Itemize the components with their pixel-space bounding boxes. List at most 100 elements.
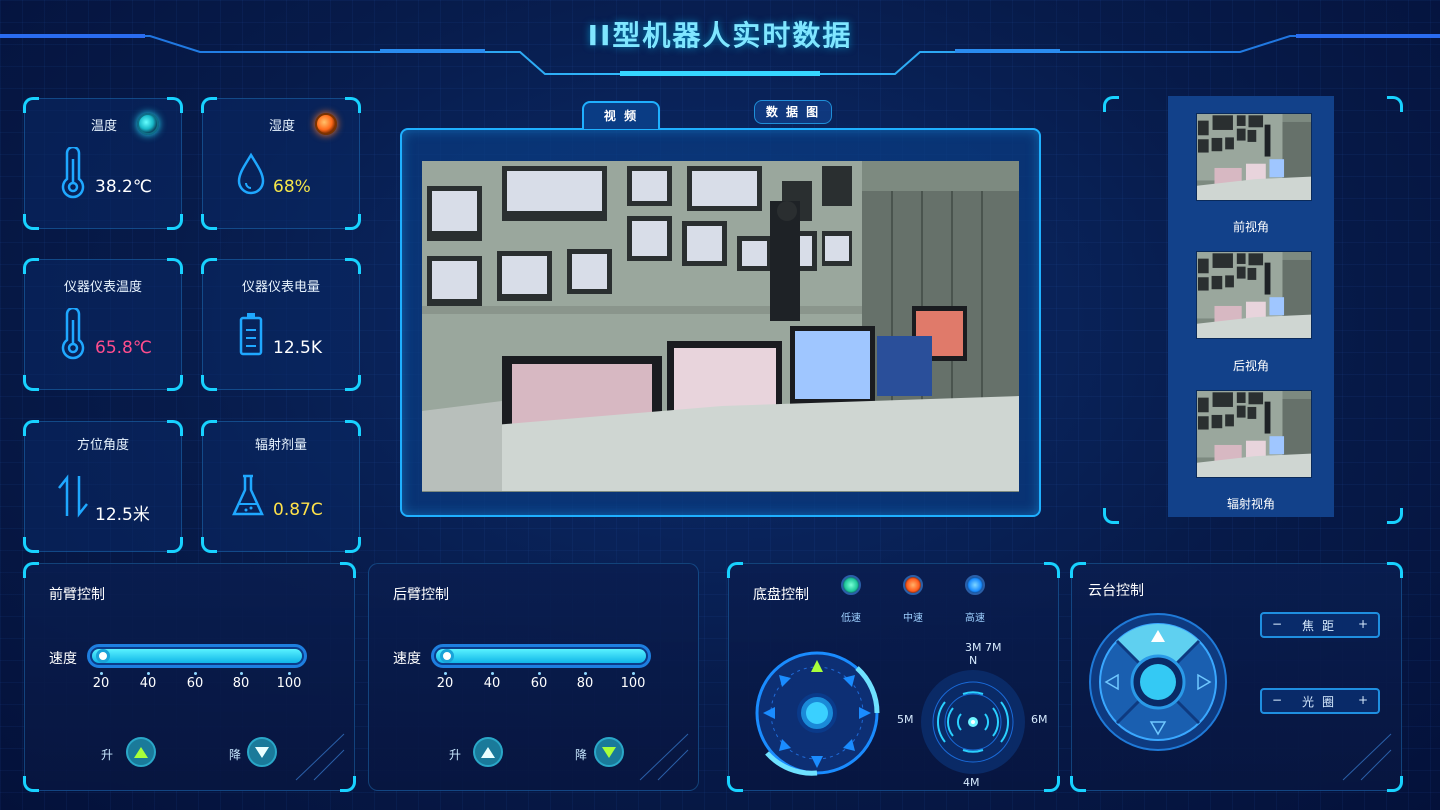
arrow-down-icon xyxy=(602,746,616,758)
slider-handle[interactable] xyxy=(440,649,454,663)
arrow-down-icon xyxy=(255,746,269,758)
page-title: II型机器人实时数据 xyxy=(587,19,853,52)
video-feed[interactable] xyxy=(422,161,1019,492)
card-label: 辐射剂量 xyxy=(254,438,307,453)
flask-icon xyxy=(232,474,264,516)
rear-arm-down-button[interactable] xyxy=(594,737,624,767)
radar-left-label: 5M xyxy=(897,713,914,726)
tick-label: 20 xyxy=(427,672,463,691)
speed-low-label: 低速 xyxy=(841,613,861,624)
up-down-arrows-icon xyxy=(58,474,88,518)
sensor-card-azimuth: 方位角度 12.5米 xyxy=(23,420,183,553)
chassis-joystick[interactable] xyxy=(747,648,887,778)
speed-label: 速度 xyxy=(49,651,77,667)
tick-label: 60 xyxy=(177,672,213,691)
tick-label: 40 xyxy=(130,672,166,691)
speed-high-button[interactable] xyxy=(965,575,985,595)
sensor-card-radiation: 辐射剂量 0.87C xyxy=(201,420,361,553)
panel-title: 云台控制 xyxy=(1088,583,1144,599)
control-room-image xyxy=(422,161,1019,492)
aperture-plus-button[interactable]: + xyxy=(1358,693,1368,707)
card-value: 12.5米 xyxy=(95,505,150,525)
tab-data-chart[interactable]: 数 据 图 xyxy=(754,100,832,124)
slider-fill xyxy=(92,649,302,663)
tick-label: 40 xyxy=(474,672,510,691)
water-drop-icon xyxy=(237,152,265,195)
tick-label: 20 xyxy=(83,672,119,691)
camera-thumb-radiation[interactable] xyxy=(1196,390,1312,478)
slider-fill xyxy=(436,649,646,663)
speed-label: 速度 xyxy=(393,651,421,667)
front-arm-down-button[interactable] xyxy=(247,737,277,767)
sensor-card-humidity: 湿度 68% xyxy=(201,97,361,230)
chassis-panel: 底盘控制 低速 中速 高速 3M 7M N 5M 6M 4M xyxy=(727,562,1060,792)
card-value: 0.87C xyxy=(273,500,323,520)
radar-bottom-label: 4M xyxy=(963,776,980,789)
rear-arm-panel: 后臂控制 速度 20 40 60 80 100 升 降 xyxy=(368,563,699,791)
tick-label: 100 xyxy=(271,672,307,691)
down-label: 降 xyxy=(229,748,242,762)
arrow-up-icon xyxy=(481,746,495,758)
panel-title: 底盘控制 xyxy=(753,587,809,603)
gimbal-joystick[interactable] xyxy=(1088,612,1228,752)
card-label: 湿度 xyxy=(269,119,296,134)
control-room-thumb xyxy=(1197,391,1311,477)
rear-arm-speed-slider[interactable] xyxy=(431,644,651,668)
speed-mid-button[interactable] xyxy=(903,575,923,595)
up-label: 升 xyxy=(101,748,114,762)
camera-label-radiation: 辐射视角 xyxy=(1226,497,1275,511)
control-room-thumb xyxy=(1197,114,1311,200)
tick-label: 80 xyxy=(223,672,259,691)
tab-video[interactable]: 视 频 xyxy=(582,101,660,129)
camera-strip: 前视角 后视角 辐射视角 xyxy=(1168,96,1334,517)
corner-decoration xyxy=(639,733,689,781)
header: II型机器人实时数据 xyxy=(0,0,1440,80)
front-arm-panel: 前臂控制 速度 20 40 60 80 100 升 降 xyxy=(23,562,356,792)
card-label: 仪器仪表温度 xyxy=(63,280,142,295)
speed-high-label: 高速 xyxy=(965,613,985,624)
card-value: 68% xyxy=(273,177,311,197)
card-label: 仪器仪表电量 xyxy=(241,280,320,295)
focus-plus-button[interactable]: + xyxy=(1358,617,1368,631)
aperture-control: − 光圈 + xyxy=(1260,688,1380,714)
sensor-card-instrument-temperature: 仪器仪表温度 65.8℃ xyxy=(23,258,183,391)
slider-handle[interactable] xyxy=(96,649,110,663)
battery-icon xyxy=(239,313,263,356)
camera-thumb-rear[interactable] xyxy=(1196,251,1312,339)
speed-low-button[interactable] xyxy=(841,575,861,595)
speed-ticks: 20 40 60 80 100 xyxy=(91,672,301,706)
radar-signal-icon xyxy=(921,670,1025,774)
front-arm-speed-slider[interactable] xyxy=(87,644,307,668)
control-room-thumb xyxy=(1197,252,1311,338)
focus-control: − 焦距 + xyxy=(1260,612,1380,638)
card-value: 12.5K xyxy=(273,338,322,358)
card-label: 温度 xyxy=(91,119,118,134)
tick-label: 80 xyxy=(567,672,603,691)
arrow-up-icon xyxy=(134,746,148,758)
camera-thumb-front[interactable] xyxy=(1196,113,1312,201)
front-arm-up-button[interactable] xyxy=(126,737,156,767)
down-label: 降 xyxy=(575,748,588,762)
camera-label-front: 前视角 xyxy=(1232,220,1269,234)
video-panel xyxy=(400,128,1041,517)
card-value: 38.2℃ xyxy=(95,177,152,197)
radar-right-label: 6M xyxy=(1031,713,1048,726)
panel-title: 后臂控制 xyxy=(393,587,449,603)
tick-label: 60 xyxy=(521,672,557,691)
sensor-card-instrument-power: 仪器仪表电量 12.5K xyxy=(201,258,361,391)
radar-top-label: 3M 7M xyxy=(965,641,1002,654)
corner-decoration xyxy=(1342,733,1392,781)
camera-label-rear: 后视角 xyxy=(1232,359,1269,373)
rear-arm-up-button[interactable] xyxy=(473,737,503,767)
radar-north-label: N xyxy=(969,654,978,667)
sensor-card-temperature: 温度 38.2℃ xyxy=(23,97,183,230)
speed-ticks: 20 40 60 80 100 xyxy=(435,672,645,706)
tick-label: 100 xyxy=(615,672,651,691)
up-label: 升 xyxy=(449,748,462,762)
status-indicator-orange xyxy=(315,113,337,135)
speed-mid-label: 中速 xyxy=(903,613,923,624)
status-indicator-cyan xyxy=(137,113,159,135)
card-label: 方位角度 xyxy=(76,438,129,453)
corner-decoration xyxy=(295,733,345,781)
card-value: 65.8℃ xyxy=(95,338,152,358)
